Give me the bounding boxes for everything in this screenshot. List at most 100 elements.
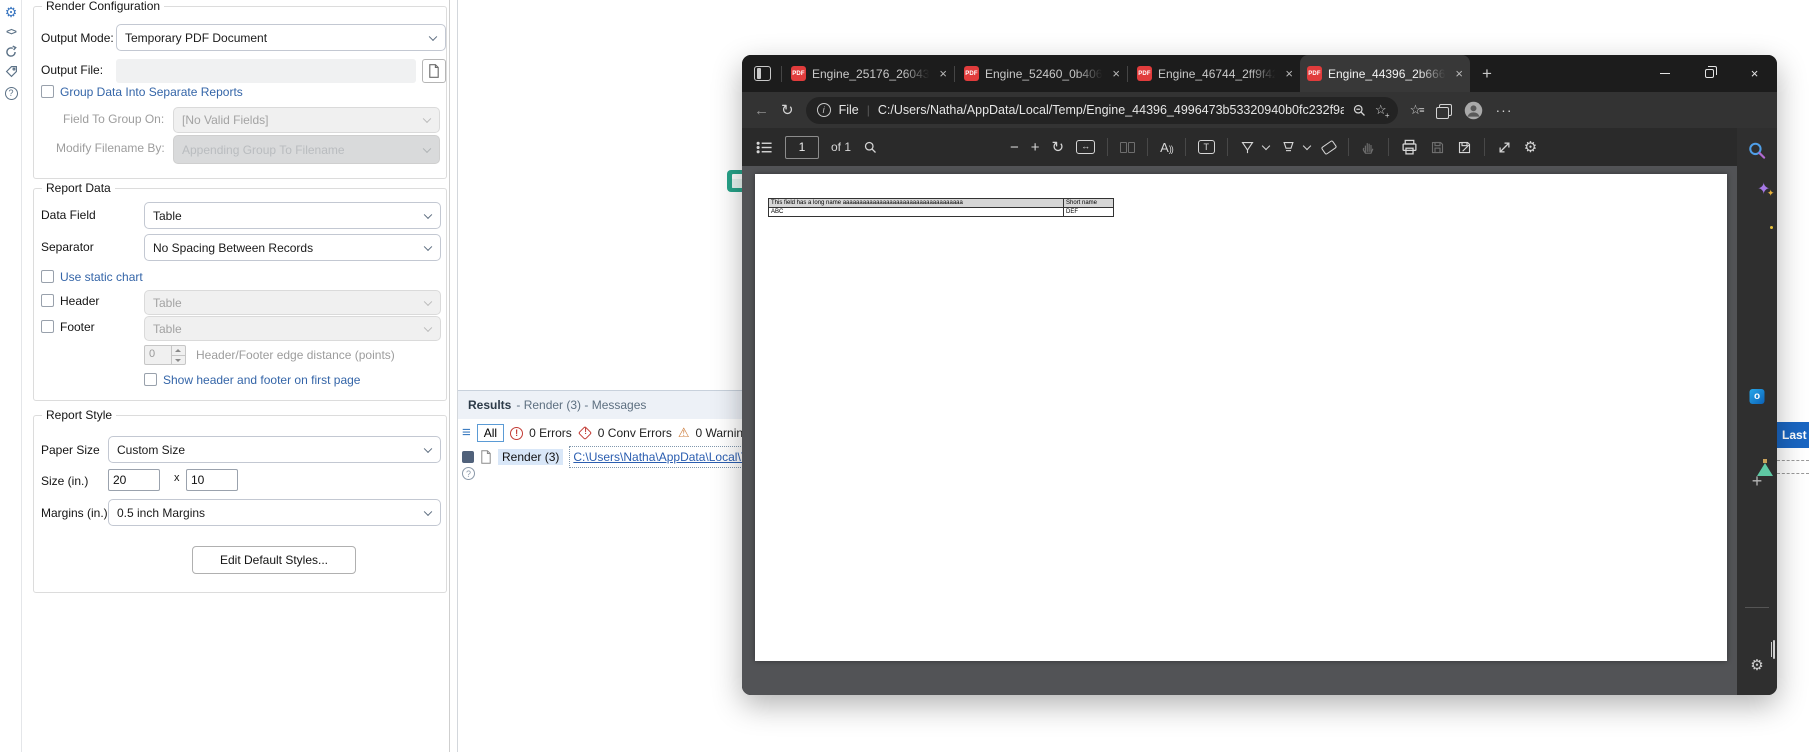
chevron-down-icon[interactable] — [1262, 141, 1270, 149]
show-first-page-label: Show header and footer on first page — [163, 373, 360, 387]
print-icon[interactable] — [1401, 139, 1418, 156]
zoom-out-button[interactable]: − — [1010, 140, 1019, 155]
tab-close-icon[interactable]: × — [1285, 67, 1293, 80]
help-icon[interactable]: ? — [0, 85, 22, 100]
pdf-viewport[interactable]: This field has a long name aaaaaaaaaaaaa… — [742, 166, 1737, 695]
close-button[interactable]: × — [1732, 55, 1777, 92]
field-to-group-value: [No Valid Fields] — [182, 113, 268, 127]
code-icon[interactable]: <> — [0, 27, 22, 38]
header-checkbox[interactable] — [41, 294, 54, 307]
field-to-group-select[interactable]: [No Valid Fields] — [173, 107, 440, 133]
footer-select[interactable]: Table — [144, 316, 441, 341]
output-file-input[interactable] — [116, 59, 416, 83]
open-sidebar-panel-icon[interactable] — [1773, 640, 1775, 659]
edit-default-styles-button[interactable]: Edit Default Styles... — [192, 546, 356, 574]
settings-more-icon[interactable]: ··· — [1496, 102, 1513, 118]
conv-errors-filter[interactable]: 0 Conv Errors — [598, 426, 672, 440]
rotate-icon[interactable]: ↻ — [1052, 140, 1065, 155]
add-favorite-icon[interactable]: ☆+ — [1375, 102, 1387, 118]
table-header-cell: Short name — [1064, 199, 1114, 208]
toolbar-separator — [1348, 138, 1349, 156]
separator-select[interactable]: No Spacing Between Records — [144, 234, 441, 261]
outlook-icon[interactable]: o — [1750, 389, 1765, 404]
eraser-icon[interactable] — [1320, 139, 1337, 154]
render-configuration-panel: Render Configuration Output Mode: Tempor… — [22, 0, 450, 752]
favorites-bar-icon[interactable]: ☆≡ — [1410, 102, 1424, 118]
refresh-icon[interactable]: ↻ — [781, 101, 794, 119]
margins-select[interactable]: 0.5 inch Margins — [108, 499, 441, 526]
collections-icon[interactable] — [1436, 104, 1451, 117]
copilot-sparkles-icon[interactable]: ✦✦ — [1757, 181, 1770, 198]
page-number-input[interactable] — [785, 136, 819, 159]
page-view-icon[interactable] — [1120, 142, 1135, 153]
sidebar-settings-gear-icon[interactable]: ⚙ — [1750, 656, 1763, 674]
tab-close-icon[interactable]: × — [939, 67, 947, 80]
modify-filename-select[interactable]: Appending Group To Filename — [173, 135, 440, 164]
address-bar: ← ↻ i File | C:/Users/Natha/AppData/Loca… — [742, 92, 1777, 128]
publish-icon[interactable] — [0, 45, 22, 59]
size-height-input[interactable] — [186, 469, 238, 491]
pdf-file-icon: PDF — [1137, 66, 1152, 81]
tab-close-icon[interactable]: × — [1455, 67, 1463, 80]
pdf-settings-gear-icon[interactable]: ⚙ — [1524, 140, 1537, 155]
save-as-icon[interactable] — [1457, 140, 1472, 155]
group-data-checkbox[interactable] — [41, 85, 54, 98]
browser-tab-1[interactable]: PDF Engine_25176_26043a0d × — [784, 55, 954, 92]
browse-file-button[interactable] — [422, 59, 446, 83]
bing-search-icon[interactable] — [1748, 141, 1767, 160]
stepper-up-button[interactable] — [172, 346, 185, 356]
add-sidebar-item-icon[interactable]: + — [1752, 472, 1763, 490]
use-static-chart-checkbox[interactable] — [41, 270, 54, 283]
browser-tab-2[interactable]: PDF Engine_52460_0b406846 × — [957, 55, 1127, 92]
games-pawn-icon[interactable]: ♟ — [1775, 307, 1777, 324]
footer-checkbox[interactable] — [41, 320, 54, 333]
draw-pen-icon[interactable] — [1240, 140, 1255, 155]
browser-tab-4-active[interactable]: PDF Engine_44396_2b666ab7 × — [1300, 55, 1470, 92]
back-icon[interactable]: ← — [754, 102, 769, 119]
search-icon[interactable] — [863, 140, 878, 155]
header-select[interactable]: Table — [144, 290, 441, 315]
pdf-file-icon: PDF — [964, 66, 979, 81]
errors-filter[interactable]: 0 Errors — [529, 426, 572, 440]
settings-gear-icon[interactable]: ⚙ — [0, 4, 22, 21]
render-row-label: Render (3) — [498, 449, 563, 465]
background-column-header[interactable]: Last R — [1777, 422, 1809, 448]
message-list-icon[interactable]: ≡ — [462, 426, 471, 440]
size-width-input[interactable] — [108, 469, 160, 491]
edge-distance-stepper[interactable]: 0 — [144, 345, 186, 365]
data-field-select[interactable]: Table — [144, 202, 441, 229]
highlighter-icon[interactable] — [1281, 140, 1296, 155]
restore-icon — [1705, 69, 1714, 78]
use-static-chart-label: Use static chart — [60, 270, 143, 284]
help-circle-icon[interactable]: ? — [462, 467, 475, 480]
tab-close-icon[interactable]: × — [1112, 67, 1120, 80]
minimize-button[interactable] — [1642, 55, 1687, 92]
message-type-icon — [462, 451, 474, 463]
fullscreen-icon[interactable] — [1497, 140, 1512, 155]
url-field[interactable]: i File | C:/Users/Natha/AppData/Local/Te… — [806, 97, 1398, 124]
tab-actions-icon[interactable] — [754, 66, 771, 81]
paper-size-select[interactable]: Custom Size — [108, 436, 441, 463]
conv-error-diamond-icon: ! — [578, 426, 592, 440]
output-mode-label: Output Mode: — [41, 31, 114, 45]
read-aloud-icon[interactable]: A)) — [1160, 140, 1173, 155]
add-text-icon[interactable]: T — [1198, 140, 1215, 154]
fit-to-width-icon[interactable]: ↔ — [1076, 140, 1095, 154]
chevron-down-icon — [423, 115, 431, 123]
show-first-page-checkbox[interactable] — [144, 373, 157, 386]
info-icon[interactable]: i — [817, 103, 831, 117]
chevron-down-icon[interactable] — [1303, 141, 1311, 149]
zoom-out-icon[interactable] — [1352, 103, 1367, 118]
profile-avatar[interactable] — [1463, 100, 1484, 121]
output-file-link[interactable]: C:\Users\Natha\AppData\Local\Te — [573, 450, 753, 464]
new-tab-button[interactable]: + — [1482, 64, 1492, 84]
filter-all-button[interactable]: All — [477, 424, 504, 442]
restore-button[interactable] — [1687, 55, 1732, 92]
zoom-in-button[interactable]: + — [1031, 140, 1040, 155]
stepper-down-button[interactable] — [172, 356, 185, 365]
table-of-contents-icon[interactable] — [756, 140, 773, 155]
chevron-down-icon — [424, 210, 432, 218]
output-mode-select[interactable]: Temporary PDF Document — [116, 24, 446, 51]
tag-icon[interactable] — [0, 65, 22, 78]
browser-tab-3[interactable]: PDF Engine_46744_2ff9f426a × — [1130, 55, 1300, 92]
